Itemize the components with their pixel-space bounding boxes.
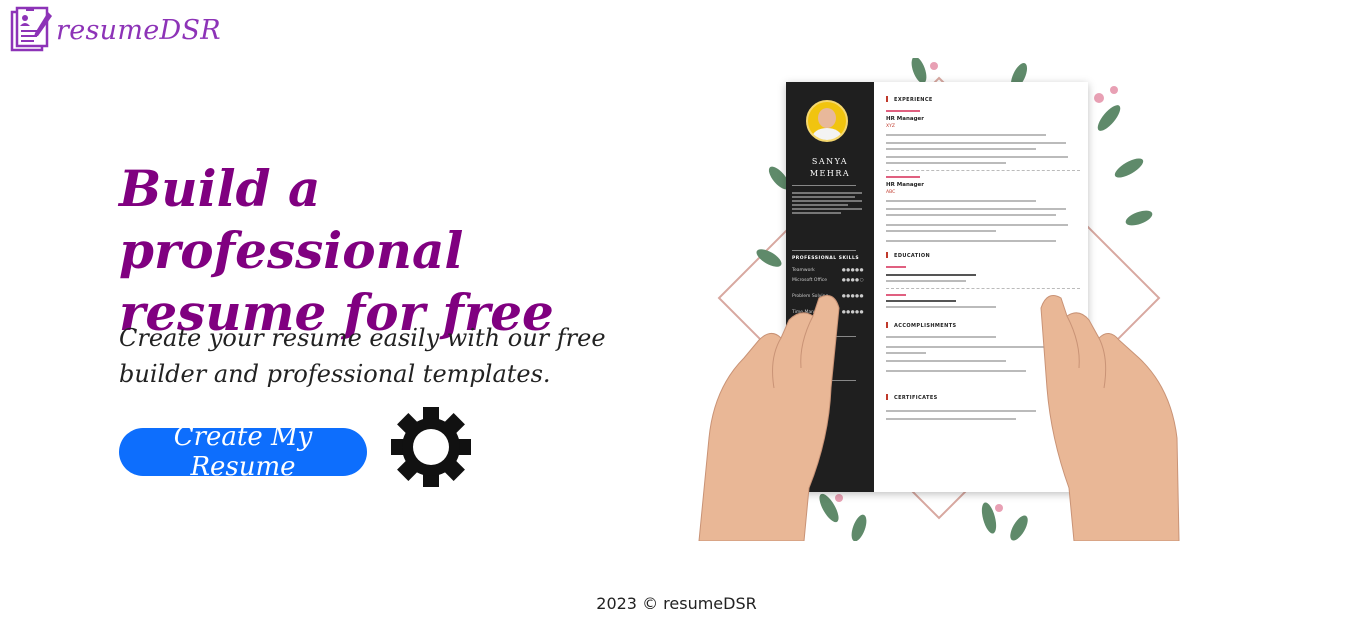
hero-subtitle: Create your resume easily with our free … [119,324,606,388]
footer: 2023 © resumeDSR [0,594,1353,613]
gear-icon [391,407,471,487]
copyright-text: 2023 © resumeDSR [596,594,757,613]
create-resume-button[interactable]: Create My Resume [119,422,367,482]
brand-name: resumeDSR [56,14,221,46]
hero-title: Build a professional resume for free [119,159,554,342]
resume-pen-icon [10,6,52,52]
brand-logo[interactable]: resumeDSR [10,6,221,54]
hands-illustration [698,295,1180,541]
hero-illustration: SANYA MEHRA PROFESSIONAL SKILLS Teamwork… [689,58,1189,541]
